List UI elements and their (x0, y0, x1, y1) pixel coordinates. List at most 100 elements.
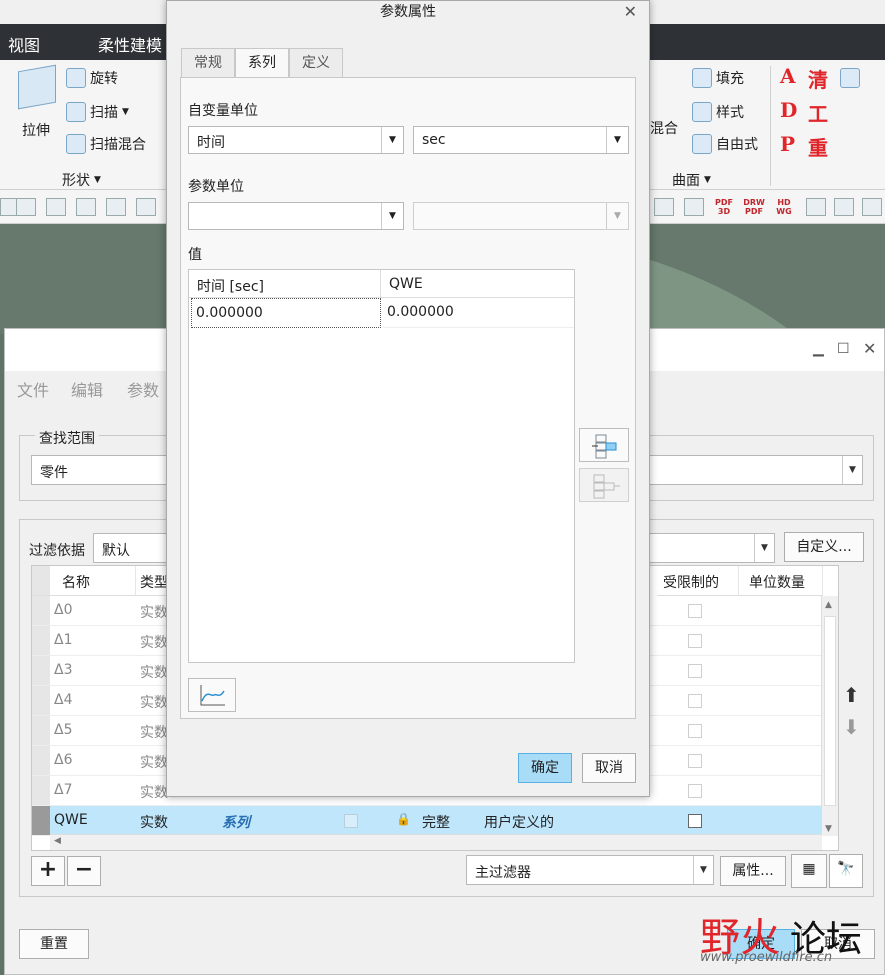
extrude-button[interactable]: 拉伸 (22, 120, 50, 140)
restricted-checkbox[interactable] (688, 814, 702, 828)
pdf-3d-icon[interactable]: PDF 3D (712, 198, 736, 216)
horizontal-scrollbar[interactable]: ◀ (50, 834, 822, 850)
toolbar-icon[interactable] (136, 198, 156, 216)
move-down-icon[interactable]: ⬇ (843, 715, 860, 739)
close-icon[interactable]: ✕ (863, 339, 876, 358)
red-qing-button[interactable]: 清 (808, 64, 828, 93)
tab-general[interactable]: 常规 (181, 48, 235, 78)
watermark-url: www.proewildfire.cn (700, 950, 833, 965)
restricted-checkbox[interactable] (688, 694, 702, 708)
remove-parameter-button[interactable]: − (67, 856, 101, 886)
table-columns-icon[interactable]: ▦ (791, 854, 827, 888)
restricted-checkbox[interactable] (688, 754, 702, 768)
toolbar-icon[interactable] (862, 198, 882, 216)
scroll-thumb[interactable] (824, 616, 836, 806)
col-qwe[interactable]: QWE (381, 270, 574, 298)
toolbar-icon[interactable] (684, 198, 704, 216)
add-parameter-button[interactable]: + (31, 856, 65, 886)
param-unit-combo[interactable]: ▼ (413, 202, 629, 230)
scroll-down-icon[interactable]: ▼ (825, 824, 832, 834)
col-name[interactable]: 名称 (50, 566, 136, 596)
ok-button[interactable]: 确定 (518, 753, 572, 783)
col-time[interactable]: 时间 [sec] (189, 270, 381, 298)
menu-flex-modeling[interactable]: 柔性建模 (98, 32, 162, 56)
toolbar-icon[interactable] (834, 198, 854, 216)
red-p-button[interactable]: P (780, 132, 795, 156)
red-gong-button[interactable]: 工 (808, 98, 828, 127)
style-button[interactable]: 样式 (692, 102, 744, 122)
designate-checkbox[interactable] (344, 814, 358, 828)
customize-button[interactable]: 自定义... (784, 532, 864, 562)
param-quantity-combo[interactable]: ▼ (188, 202, 404, 230)
toolbar-icon[interactable] (16, 198, 36, 216)
red-d-button[interactable]: D (780, 98, 797, 122)
hd-wg-icon[interactable]: HD WG (772, 198, 796, 216)
red-zhong-button[interactable]: 重 (808, 132, 828, 161)
style-icon (692, 102, 712, 122)
dialog-title: 参数属性 (167, 1, 649, 25)
tab-definition[interactable]: 定义 (289, 48, 343, 78)
param-type: 实数 (140, 605, 168, 621)
freestyle-button[interactable]: 自由式 (692, 134, 758, 154)
col-restricted[interactable]: 受限制的 (657, 566, 739, 596)
toolbar-icon[interactable] (46, 198, 66, 216)
chevron-down-icon: ▼ (381, 127, 403, 153)
table-row-selected[interactable]: QWE 实数 系列 🔒 完整 用户定义的 (32, 806, 822, 836)
reset-button[interactable]: 重置 (19, 929, 89, 959)
move-up-icon[interactable]: ⬆ (843, 683, 860, 707)
graph-button[interactable] (188, 678, 236, 712)
save-icon[interactable] (840, 68, 860, 88)
binoculars-icon[interactable]: 🔭 (829, 854, 863, 888)
main-filter-value: 主过滤器 (475, 865, 531, 881)
vertical-scrollbar[interactable]: ▲ ▼ (821, 596, 838, 836)
qwe-cell[interactable]: 0.000000 (383, 298, 574, 328)
drw-pdf-icon[interactable]: DRW PDF (742, 198, 766, 216)
indep-quantity-combo[interactable]: 时间 ▼ (188, 126, 404, 154)
swept-blend-button[interactable]: 扫描混合 (66, 134, 146, 154)
row-header (32, 686, 50, 715)
maximize-icon[interactable]: ☐ (837, 341, 850, 357)
menu-file[interactable]: 文件 (17, 377, 49, 401)
revolve-button[interactable]: 旋转 (66, 68, 118, 88)
restricted-checkbox[interactable] (688, 724, 702, 738)
restricted-checkbox[interactable] (688, 664, 702, 678)
sweep-button[interactable]: 扫描 ▼ (66, 102, 129, 122)
param-type: 实数 (140, 815, 168, 831)
restricted-checkbox[interactable] (688, 604, 702, 618)
restricted-checkbox[interactable] (688, 784, 702, 798)
values-table: 时间 [sec] QWE 0.000000 0.000000 (188, 269, 575, 663)
toolbar-icon[interactable] (106, 198, 126, 216)
chevron-down-icon: ▼ (842, 456, 862, 484)
main-filter-combo[interactable]: 主过滤器 ▼ (466, 855, 714, 885)
shape-group-label[interactable]: 形状 ▼ (62, 170, 101, 190)
blend-button[interactable]: 混合 (650, 118, 678, 138)
red-a-button[interactable]: A (780, 64, 796, 88)
menu-parameters[interactable]: 参数 (127, 377, 159, 401)
scroll-left-icon[interactable]: ◀ (54, 836, 61, 846)
close-icon[interactable]: ✕ (624, 2, 637, 21)
properties-button[interactable]: 属性... (720, 856, 786, 886)
cancel-button[interactable]: 取消 (582, 753, 636, 783)
param-name: Δ4 (54, 692, 73, 708)
menu-edit[interactable]: 编辑 (71, 377, 103, 401)
values-label: 值 (188, 247, 202, 263)
restricted-checkbox[interactable] (688, 634, 702, 648)
toolbar-icon[interactable] (654, 198, 674, 216)
scroll-up-icon[interactable]: ▲ (825, 600, 832, 610)
tab-series[interactable]: 系列 (235, 48, 289, 79)
minimize-icon[interactable]: ▁ (813, 341, 824, 357)
toolbar-icon[interactable] (806, 198, 826, 216)
menu-view[interactable]: 视图 (8, 32, 40, 56)
delete-row-button[interactable] (579, 468, 629, 502)
param-value[interactable]: 系列 (222, 812, 250, 832)
insert-row-button[interactable] (579, 428, 629, 462)
time-cell[interactable]: 0.000000 (191, 298, 381, 328)
col-unit-quantity[interactable]: 单位数量 (739, 566, 823, 596)
indep-unit-combo[interactable]: sec ▼ (413, 126, 629, 154)
toolbar-icon[interactable] (76, 198, 96, 216)
row-header (32, 716, 50, 745)
fill-button[interactable]: 填充 (692, 68, 744, 88)
filter-value: 默认 (102, 543, 130, 559)
surface-group-label[interactable]: 曲面 ▼ (672, 170, 711, 190)
indep-unit-label: 自变量单位 (188, 103, 258, 119)
